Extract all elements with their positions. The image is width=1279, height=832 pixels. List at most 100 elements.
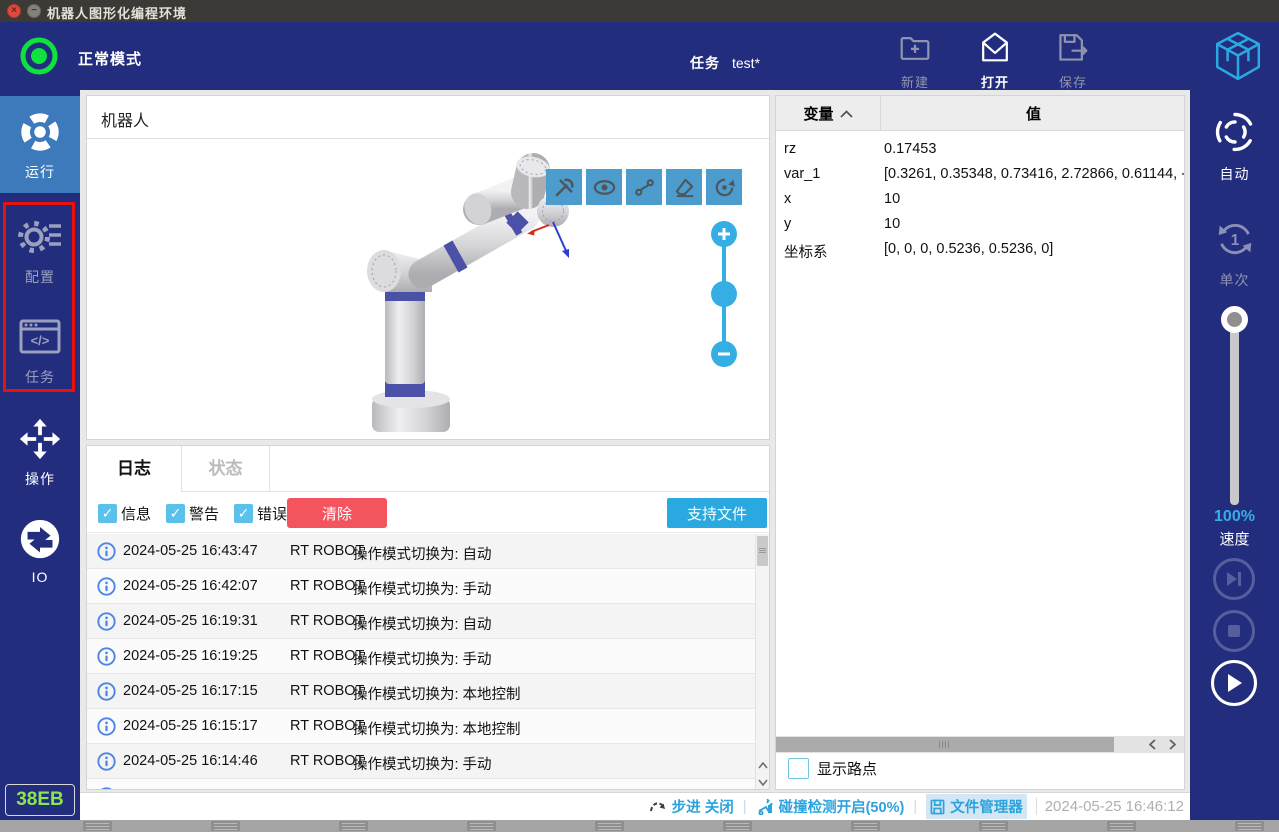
taskbar-tile[interactable] — [83, 821, 112, 831]
taskbar-tile[interactable] — [339, 821, 368, 831]
file-manager-button[interactable]: 文件管理器 — [926, 794, 1027, 819]
sidebar-item-task[interactable]: </> 任务 — [0, 312, 80, 387]
code-glyph: </> — [31, 333, 50, 348]
filter-error-label: 错误 — [257, 506, 288, 523]
taskbar-tile[interactable] — [1235, 821, 1264, 831]
info-icon — [97, 612, 116, 631]
info-icon — [97, 682, 116, 701]
close-icon[interactable]: × — [7, 4, 21, 18]
scroll-left-button[interactable] — [1142, 736, 1162, 753]
filter-warning-checkbox[interactable]: ✓ 警告 — [166, 503, 219, 524]
io-swap-icon — [20, 519, 60, 559]
erase-button[interactable] — [666, 169, 702, 205]
variable-row[interactable]: rz 0.17453 — [776, 138, 1184, 163]
tab-status[interactable]: 状态 — [182, 446, 270, 492]
value-column-header[interactable]: 值 — [881, 96, 1184, 131]
log-time: 2024-05-25 16:17:15 — [123, 683, 258, 699]
log-row[interactable]: 2024-05-25 16:17:15 RT ROBOT 操作模式切换为: 本地… — [87, 674, 769, 709]
log-time: 2024-05-25 16:14:36 — [123, 788, 258, 789]
variable-row[interactable]: 坐标系 [0, 0, 0, 0.5236, 0.5236, 0] — [776, 238, 1184, 263]
log-row[interactable]: 2024-05-25 16:19:31 RT ROBOT 操作模式切换为: 自动 — [87, 604, 769, 639]
log-row[interactable]: 2024-05-25 16:19:25 RT ROBOT 操作模式切换为: 手动 — [87, 639, 769, 674]
sidebar-item-run[interactable]: 运行 — [0, 96, 80, 193]
variables-hscrollbar[interactable] — [776, 736, 1184, 753]
open-file-icon — [982, 32, 1008, 62]
scroll-up-button[interactable] — [756, 757, 769, 774]
rotate-view-button[interactable] — [706, 169, 742, 205]
filter-info-label: 信息 — [121, 506, 152, 523]
variable-value: [0, 0, 0, 0.5236, 0.5236, 0] — [884, 241, 1054, 257]
auto-mode-button[interactable]: 自动 — [1190, 108, 1279, 184]
minus-icon — [718, 352, 730, 356]
info-icon — [97, 577, 116, 596]
sidebar-item-io[interactable]: IO — [0, 516, 80, 585]
log-scrollbar-thumb[interactable] — [757, 536, 768, 566]
taskbar-tile[interactable] — [467, 821, 496, 831]
speed-slider-track[interactable] — [1230, 322, 1239, 505]
log-list[interactable]: 2024-05-25 16:43:47 RT ROBOT 操作模式切换为: 自动… — [87, 534, 769, 789]
move-arrows-icon — [19, 418, 61, 460]
taskbar-tile[interactable] — [979, 821, 1008, 831]
speed-slider-knob[interactable] — [1221, 306, 1248, 333]
log-message: 操作模式切换为: 手动 — [353, 582, 492, 598]
log-row[interactable]: 2024-05-25 16:15:17 RT ROBOT 操作模式切换为: 本地… — [87, 709, 769, 744]
step-mode-toggle[interactable]: 步进 关闭 — [649, 796, 734, 817]
zoom-in-button[interactable] — [711, 221, 737, 247]
auto-mode-icon — [1215, 112, 1252, 152]
log-row[interactable]: 2024-05-25 16:14:46 RT ROBOT 操作模式切换为: 手动 — [87, 744, 769, 779]
zoom-out-button[interactable] — [711, 341, 737, 367]
tab-log[interactable]: 日志 — [87, 446, 182, 492]
visibility-button[interactable] — [586, 169, 622, 205]
hscrollbar-thumb[interactable] — [776, 737, 1114, 752]
log-time: 2024-05-25 16:19:31 — [123, 613, 258, 629]
zoom-slider-knob[interactable] — [711, 281, 737, 307]
minimize-icon[interactable]: − — [27, 4, 41, 18]
sidebar-item-label: IO — [31, 569, 49, 585]
path-button[interactable] — [626, 169, 662, 205]
tools-button[interactable] — [546, 169, 582, 205]
collision-detection-toggle[interactable]: 碰撞检测开启(50%) — [756, 796, 904, 817]
open-button[interactable]: 打开 — [964, 30, 1026, 91]
task-field: 任务 test* — [690, 53, 760, 73]
robot-3d-panel: 机器人 — [86, 95, 770, 440]
variables-column-label: 变量 — [803, 106, 834, 123]
checkbox-checked-icon: ✓ — [98, 504, 117, 523]
variable-row[interactable]: var_1 [0.3261, 0.35348, 0.73416, 2.72866… — [776, 163, 1184, 188]
clear-log-button[interactable]: 清除 — [287, 498, 387, 528]
log-time: 2024-05-25 16:43:47 — [123, 543, 258, 559]
tools-icon — [555, 178, 573, 196]
new-button[interactable]: 新建 — [884, 30, 946, 91]
stop-button[interactable] — [1213, 610, 1255, 652]
step-forward-button[interactable] — [1213, 558, 1255, 600]
taskbar-tile[interactable] — [595, 821, 624, 831]
check-glyph: ✓ — [237, 505, 250, 521]
variable-row[interactable]: y 10 — [776, 213, 1184, 238]
log-row[interactable]: 2024-05-25 16:42:07 RT ROBOT 操作模式切换为: 手动 — [87, 569, 769, 604]
single-run-label: 单次 — [1219, 272, 1250, 288]
taskbar-tile[interactable] — [723, 821, 752, 831]
variables-column-header[interactable]: 变量 — [776, 96, 881, 131]
scroll-down-button[interactable] — [756, 774, 769, 789]
show-waypoints-checkbox[interactable]: 显示路点 — [788, 758, 877, 779]
taskbar-tile[interactable] — [1107, 821, 1136, 831]
save-button[interactable]: 保存 — [1042, 30, 1104, 91]
check-glyph: ✓ — [101, 505, 114, 521]
sidebar-item-config[interactable]: 配置 — [0, 212, 80, 287]
single-run-button[interactable]: 1 单次 — [1190, 216, 1279, 290]
log-message: 操作模式切换为: 自动 — [353, 788, 492, 789]
sidebar-item-operate[interactable]: 操作 — [0, 416, 80, 489]
robot-panel-header: 机器人 — [87, 96, 769, 139]
taskbar-tile[interactable] — [211, 821, 240, 831]
log-scrollbar[interactable] — [755, 534, 769, 789]
log-row[interactable]: 2024-05-25 16:14:36 RT ROBOT 操作模式切换为: 自动 — [87, 779, 769, 789]
chevron-down-icon — [758, 779, 768, 786]
variable-row[interactable]: x 10 — [776, 188, 1184, 213]
taskbar-tile[interactable] — [851, 821, 880, 831]
filter-info-checkbox[interactable]: ✓ 信息 — [98, 503, 151, 524]
log-row[interactable]: 2024-05-25 16:43:47 RT ROBOT 操作模式切换为: 自动 — [87, 534, 769, 569]
variable-name: y — [784, 216, 792, 232]
filter-error-checkbox[interactable]: ✓ 错误 — [234, 503, 287, 524]
support-files-button[interactable]: 支持文件 — [667, 498, 767, 528]
scroll-right-button[interactable] — [1162, 736, 1182, 753]
play-button[interactable] — [1211, 660, 1257, 706]
